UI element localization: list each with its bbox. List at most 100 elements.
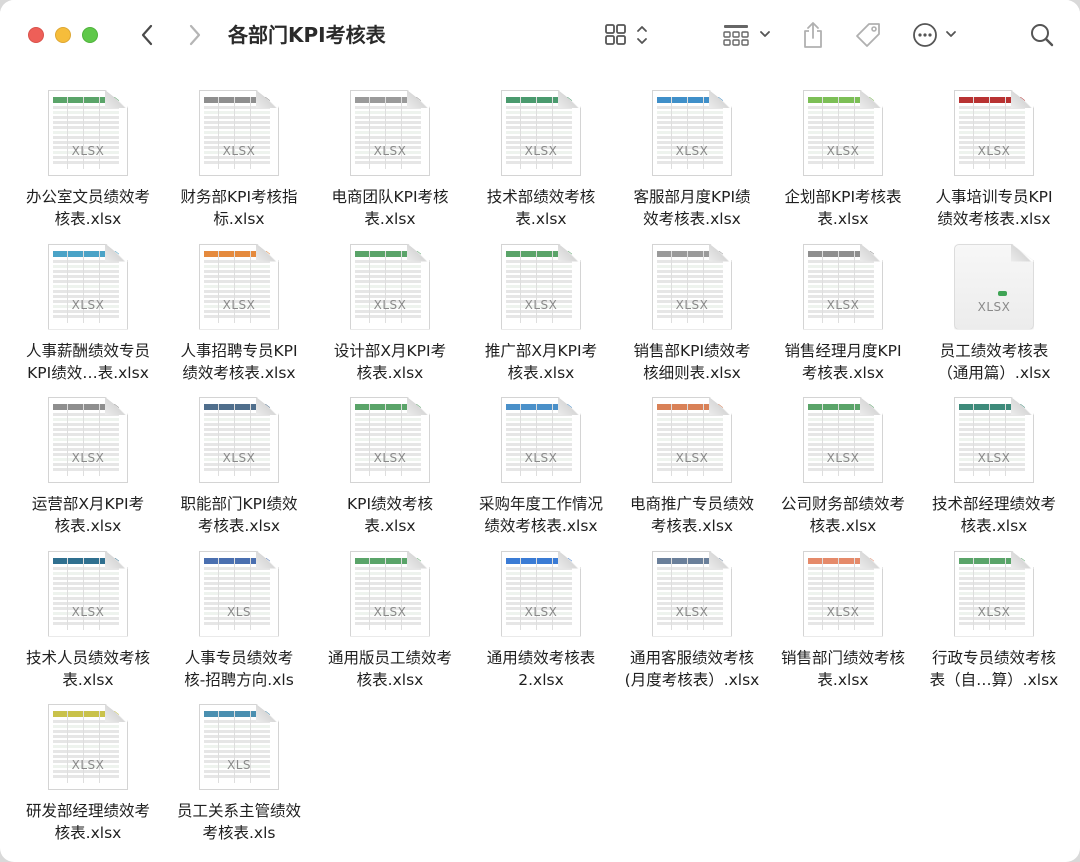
- file-name-line1: 人事培训专员KPI: [935, 188, 1053, 206]
- file-item[interactable]: XLSX 采购年度工作情况 绩效考核表.xlsx: [465, 393, 617, 543]
- file-name-line2: (月度考核表）.xlsx: [624, 670, 760, 689]
- file-item[interactable]: XLSX 通用客服绩效考核 (月度考核表）.xlsx: [616, 547, 768, 697]
- file-name-line1: 销售部门绩效考核: [780, 648, 905, 667]
- file-name-line2: 2.xlsx: [518, 670, 564, 689]
- tag-button[interactable]: [852, 18, 884, 52]
- close-button[interactable]: [28, 27, 44, 43]
- file-item[interactable]: XLS 人事专员绩效考 核-招聘方向.xls: [163, 547, 315, 697]
- file-extension-label: XLSX: [524, 451, 558, 465]
- file-thumbnail: XLSX: [495, 86, 587, 182]
- file-extension-label: XLSX: [222, 297, 256, 312]
- file-item[interactable]: XLSX 人事培训专员KPI 绩效考核表.xlsx: [918, 86, 1070, 236]
- file-item[interactable]: XLSX 运营部X月KPI考 核表.xlsx: [12, 393, 164, 543]
- file-extension-label: XLSX: [675, 144, 709, 158]
- tag-icon: [856, 23, 880, 47]
- file-thumbnail: XLSX: [797, 393, 889, 489]
- file-name-line2: 核表.xlsx: [960, 517, 1028, 535]
- file-item[interactable]: XLSX 财务部KPI考核指 标.xlsx: [163, 86, 315, 236]
- file-name-line2: 核表.xlsx: [54, 824, 122, 842]
- file-item[interactable]: XLSX 行政专员绩效考核 表（自…算）.xlsx: [918, 547, 1070, 697]
- file-name: 电商团队KPI考核 表.xlsx: [314, 186, 466, 230]
- more-actions-button[interactable]: [911, 18, 961, 52]
- file-name-line1: 人事招聘专员KPI: [180, 341, 298, 360]
- file-thumbnail: XLSX: [495, 547, 587, 643]
- file-name: 技术部经理绩效考 核表.xlsx: [918, 493, 1070, 537]
- file-name: 员工绩效考核表 （通用篇）.xlsx: [918, 340, 1070, 384]
- file-item[interactable]: XLSX 企划部KPI考核表 表.xlsx: [767, 86, 919, 236]
- file-thumbnail: XLSX: [344, 393, 436, 489]
- file-item[interactable]: XLSX 电商团队KPI考核 表.xlsx: [314, 86, 466, 236]
- file-extension-label: XLSX: [373, 297, 407, 312]
- file-name-line1: 企划部KPI考核表: [784, 188, 902, 206]
- file-item[interactable]: XLSX 通用绩效考核表 2.xlsx: [465, 547, 617, 697]
- file-name-line2: 核表.xlsx: [809, 517, 877, 535]
- file-item[interactable]: XLSX 技术人员绩效考核 表.xlsx: [12, 547, 164, 697]
- grid-view-icon: [605, 24, 647, 45]
- file-name: 电商推广专员绩效 考核表.xlsx: [616, 493, 768, 537]
- file-name-line1: 公司财务部绩效考: [780, 495, 905, 513]
- group-by-button[interactable]: [722, 18, 774, 52]
- file-item[interactable]: XLSX 销售部门绩效考核 表.xlsx: [767, 547, 919, 697]
- file-name: 通用绩效考核表 2.xlsx: [465, 647, 617, 691]
- file-thumbnail: XLSX: [344, 547, 436, 643]
- file-extension-label: XLSX: [675, 451, 709, 465]
- search-button[interactable]: [1028, 18, 1056, 52]
- file-extension-label: XLSX: [373, 451, 407, 465]
- file-name-line1: 运营部X月KPI考: [31, 495, 145, 513]
- file-name: 研发部经理绩效考 核表.xlsx: [12, 800, 164, 844]
- chevron-left-icon: [141, 24, 153, 46]
- file-name-line2: 标.xlsx: [213, 210, 265, 228]
- file-name: 人事培训专员KPI 绩效考核表.xlsx: [918, 186, 1070, 230]
- file-name-line1: 技术部绩效考核: [486, 188, 596, 206]
- file-thumbnail: XLSX: [797, 86, 889, 182]
- file-name-line2: 核-招聘方向.xls: [184, 670, 294, 689]
- file-item[interactable]: XLSX 研发部经理绩效考 核表.xlsx: [12, 700, 164, 850]
- file-item[interactable]: XLSX 客服部月度KPI绩 效考核表.xlsx: [616, 86, 768, 236]
- zoom-button[interactable]: [82, 27, 98, 43]
- file-item[interactable]: XLSX 销售经理月度KPI 考核表.xlsx: [767, 240, 919, 390]
- file-item[interactable]: XLSX 设计部X月KPI考 核表.xlsx: [314, 240, 466, 390]
- forward-button[interactable]: [182, 18, 208, 52]
- file-name-line2: 表.xlsx: [364, 517, 416, 535]
- file-name: 销售部KPI绩效考 核细则表.xlsx: [616, 340, 768, 384]
- file-name: 行政专员绩效考核 表（自…算）.xlsx: [918, 647, 1070, 691]
- view-mode-button[interactable]: [603, 18, 653, 52]
- file-thumbnail: XLSX: [344, 86, 436, 182]
- file-name-line2: 考核表.xlsx: [801, 363, 885, 382]
- file-item[interactable]: XLSX 员工绩效考核表 （通用篇）.xlsx: [918, 240, 1070, 390]
- file-item[interactable]: XLSX 通用版员工绩效考 核表.xlsx: [314, 547, 466, 697]
- file-thumbnail: XLS: [193, 700, 285, 796]
- file-extension-label: XLSX: [373, 604, 407, 619]
- file-extension-label: XLSX: [222, 451, 256, 465]
- file-item[interactable]: XLSX 人事薪酬绩效专员 KPI绩效…表.xlsx: [12, 240, 164, 390]
- file-name-line1: 研发部经理绩效考: [25, 802, 150, 820]
- file-name-line2: 表.xlsx: [817, 210, 869, 228]
- file-item[interactable]: XLSX 销售部KPI绩效考 核细则表.xlsx: [616, 240, 768, 390]
- file-item[interactable]: XLSX 公司财务部绩效考 核表.xlsx: [767, 393, 919, 543]
- file-name-line1: 推广部X月KPI考: [484, 341, 598, 360]
- file-name: 员工关系主管绩效 考核表.xls: [163, 800, 315, 844]
- file-item[interactable]: XLSX KPI绩效考核 表.xlsx: [314, 393, 466, 543]
- file-thumbnail: XLSX: [193, 393, 285, 489]
- file-item[interactable]: XLSX 办公室文员绩效考 核表.xlsx: [12, 86, 164, 236]
- file-item[interactable]: XLSX 技术部绩效考核 表.xlsx: [465, 86, 617, 236]
- file-name: 技术人员绩效考核 表.xlsx: [12, 647, 164, 691]
- file-name: 设计部X月KPI考 核表.xlsx: [314, 340, 466, 384]
- file-item[interactable]: XLSX 职能部门KPI绩效 考核表.xlsx: [163, 393, 315, 543]
- file-name-line1: 行政专员绩效考核: [931, 648, 1056, 667]
- file-name-line1: 销售部KPI绩效考: [633, 341, 751, 360]
- file-thumbnail: XLSX: [42, 547, 134, 643]
- file-item[interactable]: XLSX 人事招聘专员KPI 绩效考核表.xlsx: [163, 240, 315, 390]
- file-item[interactable]: XLSX 技术部经理绩效考 核表.xlsx: [918, 393, 1070, 543]
- back-button[interactable]: [134, 18, 160, 52]
- file-item[interactable]: XLSX 推广部X月KPI考 核表.xlsx: [465, 240, 617, 390]
- file-thumbnail: XLSX: [646, 240, 738, 336]
- file-name: 办公室文员绩效考 核表.xlsx: [12, 186, 164, 230]
- file-thumbnail: XLSX: [948, 393, 1040, 489]
- file-item[interactable]: XLS 员工关系主管绩效 考核表.xls: [163, 700, 315, 850]
- file-extension-label: XLSX: [826, 604, 860, 619]
- minimize-button[interactable]: [55, 27, 71, 43]
- file-item[interactable]: XLSX 电商推广专员绩效 考核表.xlsx: [616, 393, 768, 543]
- file-extension-label: XLSX: [977, 299, 1011, 314]
- share-button[interactable]: [800, 18, 826, 52]
